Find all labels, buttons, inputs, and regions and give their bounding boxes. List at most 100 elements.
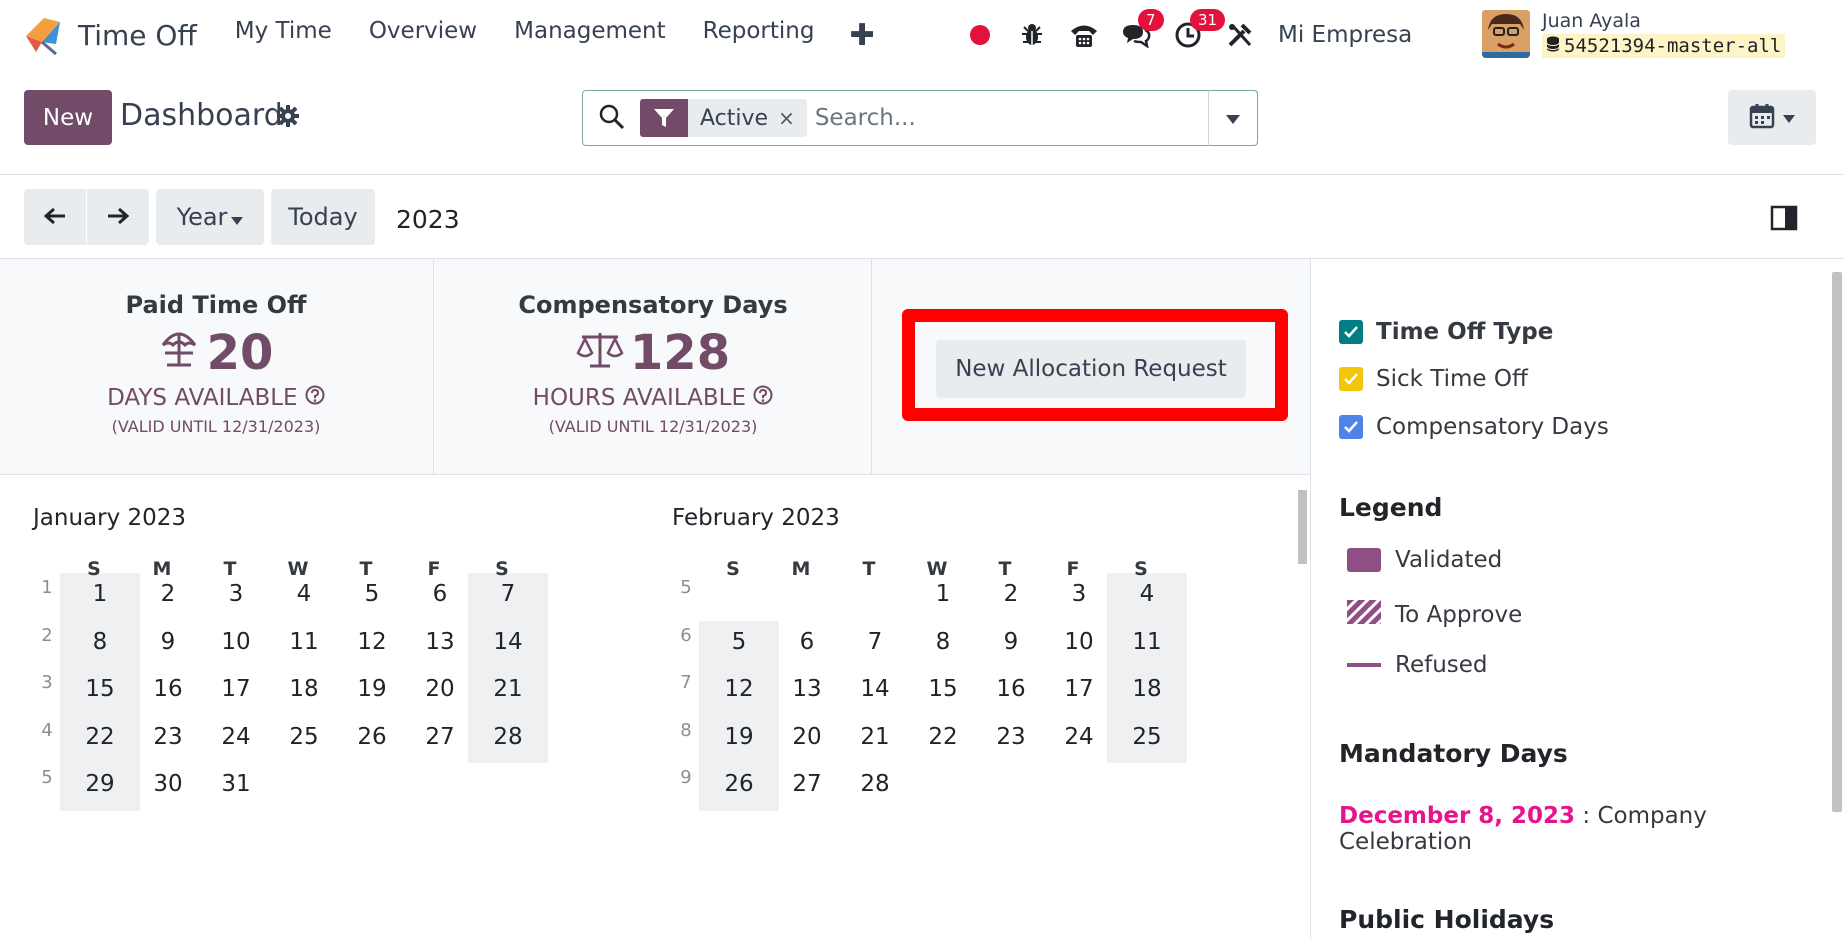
- new-allocation-request-button[interactable]: New Allocation Request: [936, 340, 1246, 398]
- stat-title: Compensatory Days: [518, 291, 788, 319]
- database-name: 54521394-master-all: [1542, 34, 1786, 58]
- calendar-day[interactable]: 18: [1107, 676, 1187, 702]
- tools-icon[interactable]: [1222, 17, 1258, 53]
- calendar-view-switcher[interactable]: [1728, 90, 1816, 145]
- checkbox-checked-icon[interactable]: [1339, 320, 1363, 344]
- mandatory-day-date: December 8, 2023: [1339, 803, 1576, 829]
- calendar-day[interactable]: 25: [1107, 724, 1187, 750]
- legend-label: To Approve: [1395, 602, 1523, 628]
- systray: 7 31 Mi Empresa: [962, 9, 1412, 60]
- side-panel-scrollbar-thumb[interactable]: [1832, 272, 1842, 812]
- week-number: 9: [680, 767, 692, 788]
- stat-paid-time-off: Paid Time Off 20 DAYS AVAILABLE (VALID U…: [0, 259, 432, 475]
- period-label: Year: [176, 203, 228, 231]
- current-period: 2023: [396, 205, 460, 234]
- calendar-day[interactable]: 31: [196, 771, 276, 797]
- stat-validity: (VALID UNTIL 12/31/2023): [111, 417, 321, 436]
- calendar-day[interactable]: 11: [1107, 629, 1187, 655]
- menu-reporting[interactable]: Reporting: [703, 18, 815, 53]
- week-number: 3: [41, 672, 53, 693]
- filter-compensatory-days[interactable]: Compensatory Days: [1339, 414, 1609, 440]
- time-off-app: Time Off My Time Overview Management Rep…: [0, 0, 1844, 939]
- new-button[interactable]: New: [24, 90, 112, 145]
- next-button[interactable]: [87, 189, 149, 245]
- messages-icon[interactable]: 7: [1118, 9, 1164, 53]
- previous-button[interactable]: [24, 189, 86, 245]
- legend-to-approve: To Approve: [1347, 600, 1522, 630]
- help-circle-icon[interactable]: [305, 385, 325, 411]
- user-menu[interactable]: Juan Ayala 54521394-master-all: [1482, 10, 1786, 58]
- app-name: Time Off: [78, 18, 197, 52]
- menu-management[interactable]: Management: [514, 18, 666, 53]
- calendar-day[interactable]: 21: [468, 676, 548, 702]
- search-facet: Active ×: [640, 99, 807, 137]
- period-dropdown[interactable]: Year: [156, 189, 264, 245]
- calendar-day[interactable]: 28: [468, 724, 548, 750]
- calendar-day[interactable]: 4: [1107, 581, 1187, 607]
- filter-label: Sick Time Off: [1376, 366, 1528, 392]
- validated-swatch-icon: [1347, 548, 1381, 572]
- scale-balance-icon: [576, 325, 624, 381]
- phone-icon[interactable]: [1066, 17, 1102, 53]
- legend-label: Validated: [1395, 547, 1503, 573]
- weekday-header: S: [1134, 558, 1148, 580]
- app-brand[interactable]: Time Off: [22, 14, 197, 56]
- side-panel: Time Off Type Sick Time Off Compensatory…: [1310, 259, 1844, 939]
- calendar-day[interactable]: 28: [835, 771, 915, 797]
- menu-my-time[interactable]: My Time: [235, 18, 332, 53]
- legend-label: Refused: [1395, 652, 1488, 678]
- stat-compensatory-days: Compensatory Days 128 HOURS AVAILABLE (V…: [434, 259, 872, 475]
- week-number: 5: [41, 767, 53, 788]
- today-button[interactable]: Today: [271, 189, 375, 245]
- stat-unit-label: DAYS AVAILABLE: [107, 385, 298, 411]
- week-number: 8: [680, 719, 692, 741]
- search-options-toggle[interactable]: [1208, 90, 1258, 146]
- company-switcher[interactable]: Mi Empresa: [1278, 22, 1412, 48]
- stat-value: 128: [629, 325, 731, 381]
- main-navbar: Time Off My Time Overview Management Rep…: [0, 0, 1844, 70]
- gear-icon[interactable]: [276, 104, 300, 132]
- help-circle-icon[interactable]: [753, 385, 773, 411]
- caret-down-icon: [1226, 109, 1240, 128]
- stat-value: 20: [206, 325, 274, 381]
- calendar-toolbar: Year Today 2023: [0, 175, 1844, 259]
- filter-time-off-type[interactable]: Time Off Type: [1339, 319, 1553, 345]
- facet-value: Active: [700, 105, 769, 131]
- week-number: 5: [680, 577, 692, 598]
- filter-sick-time-off[interactable]: Sick Time Off: [1339, 366, 1528, 392]
- search-bar: Active × Search...: [582, 90, 1258, 146]
- activities-clock-icon[interactable]: 31: [1170, 9, 1226, 53]
- caret-down-icon: [231, 203, 244, 231]
- filter-label: Compensatory Days: [1376, 414, 1609, 440]
- calendar-scrollbar-thumb[interactable]: [1298, 490, 1307, 564]
- time-off-summary: Paid Time Off 20 DAYS AVAILABLE (VALID U…: [0, 259, 1310, 475]
- bug-icon[interactable]: [1014, 17, 1050, 53]
- facet-remove-icon[interactable]: ×: [778, 106, 807, 130]
- search-icon[interactable]: [599, 104, 625, 134]
- beach-umbrella-icon: [159, 325, 199, 381]
- week-number: 4: [41, 719, 53, 741]
- week-number: 1: [41, 577, 53, 598]
- stat-unit: HOURS AVAILABLE: [434, 385, 872, 411]
- menu-overview[interactable]: Overview: [369, 18, 477, 53]
- calendar-day[interactable]: 14: [468, 629, 548, 655]
- database-icon: [1546, 35, 1560, 57]
- user-avatar: [1482, 10, 1530, 58]
- search-input[interactable]: Search...: [815, 105, 916, 131]
- week-number: 7: [680, 672, 692, 693]
- mandatory-day-item: December 8, 2023 : Company Celebration: [1339, 803, 1844, 855]
- to-approve-swatch-icon: [1347, 600, 1381, 630]
- side-panel-toggle-icon[interactable]: [1770, 205, 1798, 235]
- add-menu-plus-icon[interactable]: ✚: [849, 18, 874, 53]
- user-name: Juan Ayala: [1542, 10, 1641, 32]
- page-title: Dashboard: [120, 98, 283, 133]
- record-dot-icon[interactable]: [962, 17, 998, 53]
- messages-count-badge: 7: [1138, 9, 1164, 31]
- calendar-day[interactable]: 7: [468, 581, 548, 607]
- checkbox-checked-icon[interactable]: [1339, 367, 1363, 391]
- activities-count-badge: 31: [1190, 9, 1226, 31]
- weekday-header: S: [495, 558, 509, 580]
- stat-validity: (VALID UNTIL 12/31/2023): [548, 417, 758, 436]
- checkbox-checked-icon[interactable]: [1339, 415, 1363, 439]
- caret-down-icon: [1783, 108, 1795, 127]
